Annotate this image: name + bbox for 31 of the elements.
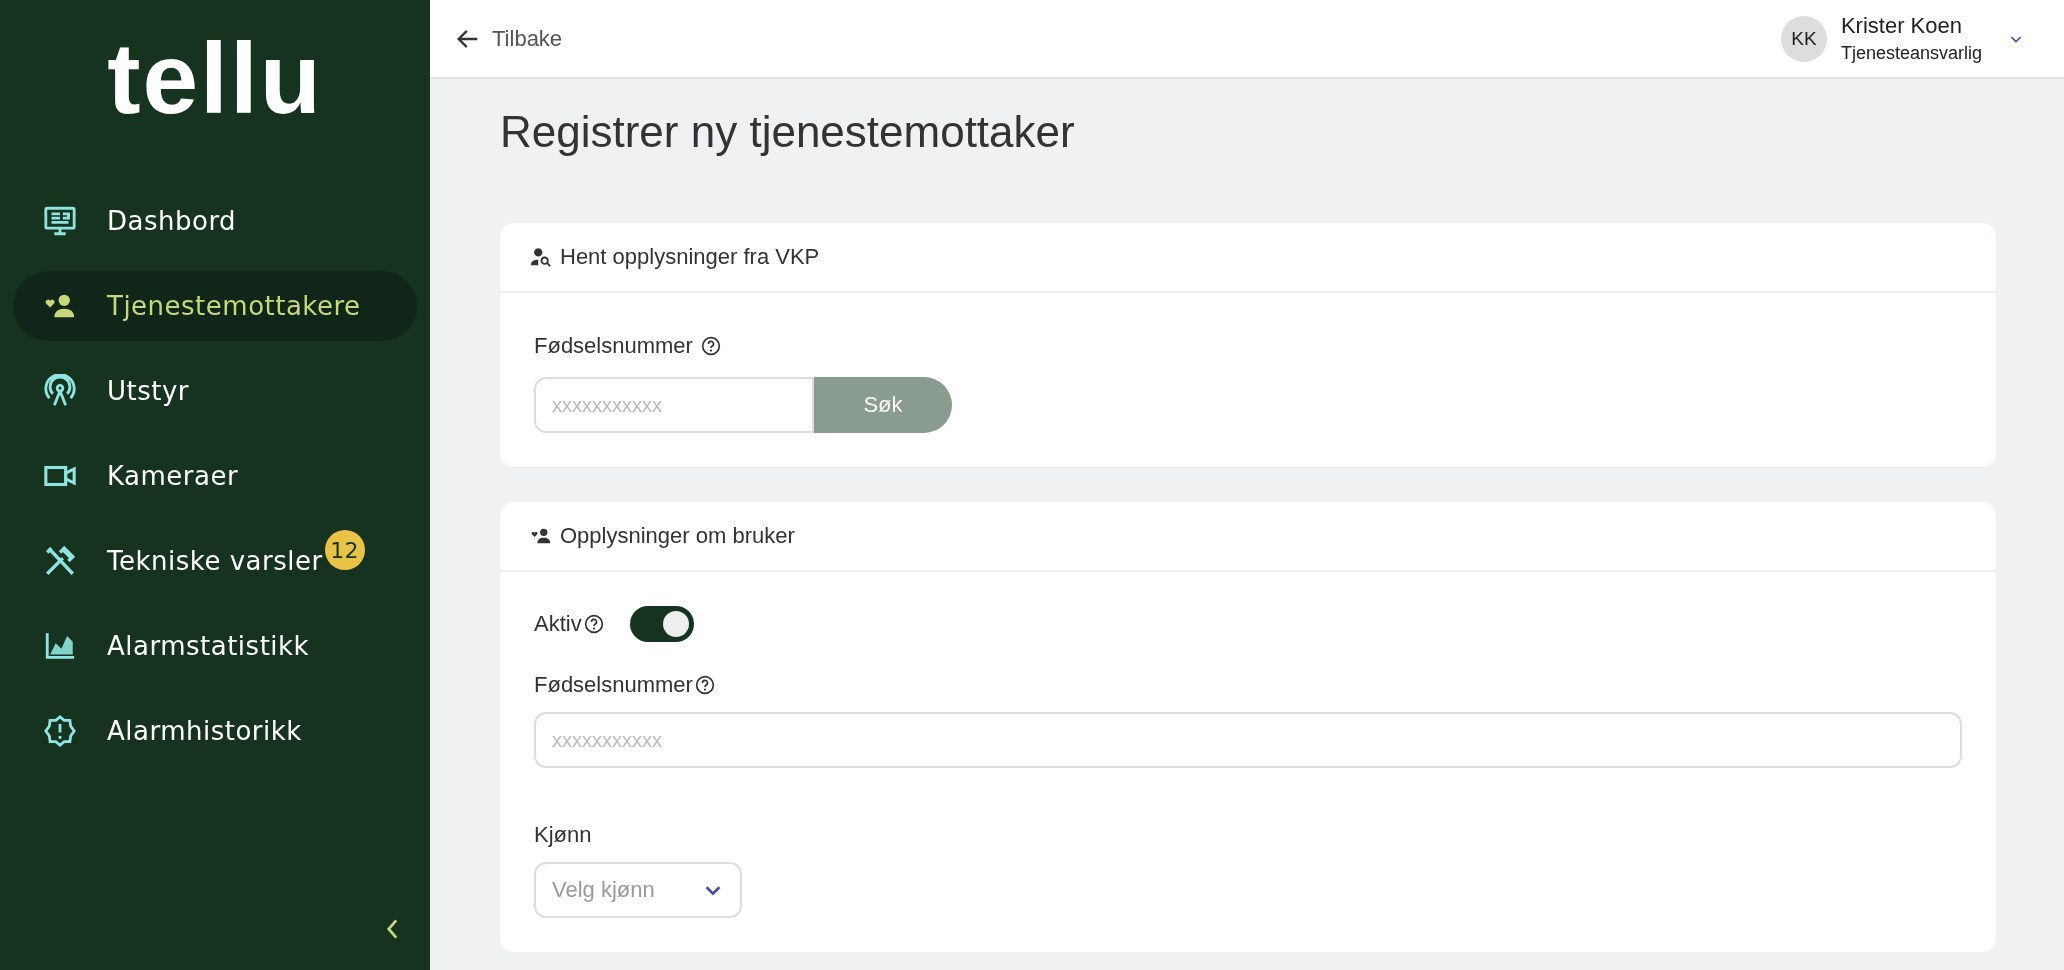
card-title: Opplysninger om bruker	[560, 523, 795, 549]
help-icon[interactable]	[583, 614, 604, 634]
card-title: Hent opplysninger fra VKP	[560, 244, 820, 270]
ssn-input-field[interactable]: xxxxxxxxxxx	[534, 377, 814, 433]
nav-item[interactable]: Tjenestemottakere	[13, 271, 417, 341]
field-label: Fødselsnummer	[534, 333, 693, 359]
help-icon[interactable]	[700, 336, 721, 356]
nav-item[interactable]: Utstyr	[13, 356, 417, 426]
field-label: Fødselsnummer	[534, 672, 693, 698]
count-badge: 12	[324, 530, 365, 570]
page-title: Registrer ny tjenestemottaker	[500, 107, 1076, 157]
tools-icon	[43, 544, 77, 578]
user-role: Tjenesteansvarlig	[1840, 43, 1982, 64]
nav-item[interactable]: Dashbord	[13, 186, 417, 256]
user-name: Krister Koen	[1840, 13, 1963, 39]
antenna-icon	[43, 374, 77, 408]
active-toggle[interactable]	[629, 606, 694, 642]
avatar: KK	[1780, 15, 1827, 62]
field-label: Kjønn	[534, 822, 592, 848]
help-icon[interactable]	[694, 675, 715, 695]
nav-item[interactable]: Alarmstatistikk	[13, 611, 417, 681]
ssn-input-field[interactable]: xxxxxxxxxxx	[534, 712, 1962, 768]
monitor-icon	[43, 204, 77, 238]
field-label: Aktiv	[534, 611, 582, 637]
nav-item[interactable]: Alarmhistorikk	[13, 696, 417, 766]
logo: tellu	[107, 28, 323, 128]
nav-item[interactable]: Tekniske varsler 12	[13, 526, 417, 596]
person-search-icon	[530, 246, 552, 268]
back-link[interactable]: Tilbake	[454, 24, 563, 53]
alert-icon	[43, 714, 77, 748]
nav-item[interactable]: Kameraer	[13, 441, 417, 511]
